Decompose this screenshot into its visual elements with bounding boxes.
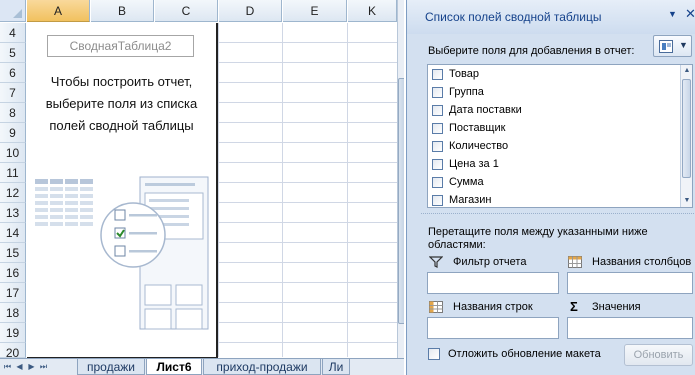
field-checkbox[interactable] xyxy=(432,141,443,152)
sheet-tab-prikhod-prodazhi[interactable]: приход-продажи xyxy=(203,359,321,375)
report-filter-label: Фильтр отчета xyxy=(453,256,527,268)
field-item[interactable]: Магазин xyxy=(430,192,680,207)
field-item[interactable]: Группа xyxy=(430,84,680,102)
prev-sheet-icon[interactable]: ◀ xyxy=(14,361,25,373)
sheet-tab-prodazhi[interactable]: продажи xyxy=(77,359,145,375)
funnel-icon xyxy=(429,256,443,268)
pane-header: Список полей сводной таблицы ▼ ✕ xyxy=(407,0,695,34)
column-header-k[interactable]: K xyxy=(348,0,397,22)
row-header[interactable]: 16 xyxy=(0,263,26,283)
row-header[interactable]: 20 xyxy=(0,343,26,360)
row-labels-label: Названия строк xyxy=(453,301,533,313)
row-header[interactable]: 19 xyxy=(0,323,26,343)
field-list: Товар Группа Дата поставки Поставщик Кол… xyxy=(427,64,693,208)
drag-fields-label: Перетащите поля между указанными ниже об… xyxy=(428,226,648,251)
last-sheet-icon[interactable]: ⏭ xyxy=(38,361,49,373)
row-header[interactable]: 12 xyxy=(0,183,26,203)
field-label: Поставщик xyxy=(449,122,506,134)
pane-splitter[interactable] xyxy=(421,213,695,216)
field-list-layout-icon xyxy=(659,40,673,53)
field-item[interactable]: Поставщик xyxy=(430,120,680,138)
field-item[interactable]: Дата поставки xyxy=(430,102,680,120)
row-header[interactable]: 8 xyxy=(0,103,26,123)
sheet-tab-truncated[interactable]: Ли xyxy=(322,359,350,375)
pivot-field-list-pane: Список полей сводной таблицы ▼ ✕ Выберит… xyxy=(406,0,695,375)
pivot-table-name: СводнаяТаблица2 xyxy=(47,35,194,57)
field-checkbox[interactable] xyxy=(432,105,443,116)
field-checkbox[interactable] xyxy=(432,195,443,206)
row-header[interactable]: 13 xyxy=(0,203,26,223)
chevron-down-icon: ▼ xyxy=(679,40,688,50)
field-checkbox[interactable] xyxy=(432,177,443,188)
row-header[interactable]: 6 xyxy=(0,63,26,83)
sheet-tab-list6[interactable]: Лист6 xyxy=(146,359,202,375)
sheet-vertical-scrollbar[interactable] xyxy=(397,0,404,358)
row-header[interactable]: 15 xyxy=(0,243,26,263)
row-header[interactable]: 10 xyxy=(0,143,26,163)
pivot-instruction: Чтобы построить отчет, выберите поля из … xyxy=(27,71,216,137)
row-header[interactable]: 14 xyxy=(0,223,26,243)
column-header-a[interactable]: A xyxy=(27,0,90,22)
scroll-up-icon[interactable]: ▲ xyxy=(681,65,692,77)
defer-update-label: Отложить обновление макета xyxy=(448,348,601,360)
scroll-down-icon[interactable]: ▼ xyxy=(681,195,692,207)
field-checkbox[interactable] xyxy=(432,159,443,170)
column-labels-label: Названия столбцов xyxy=(592,256,692,268)
report-filter-dropzone[interactable] xyxy=(427,272,559,294)
row-header[interactable]: 4 xyxy=(0,23,26,43)
field-label: Сумма xyxy=(449,176,484,188)
field-label: Магазин xyxy=(449,194,492,206)
select-all-corner[interactable] xyxy=(0,0,26,22)
field-checkbox[interactable] xyxy=(432,123,443,134)
pivot-instruction-line: выберите поля из списка xyxy=(45,96,198,111)
field-list-scroll-thumb[interactable] xyxy=(682,79,691,178)
field-label: Дата поставки xyxy=(449,104,522,116)
field-item[interactable]: Цена за 1 xyxy=(430,156,680,174)
sheet-tab-bar: ⏮ ◀ ▶ ⏭ продажи Лист6 приход-продажи Ли xyxy=(0,358,404,375)
field-label: Группа xyxy=(449,86,484,98)
field-label: Количество xyxy=(449,140,509,152)
defer-update-checkbox[interactable] xyxy=(428,348,440,360)
field-item[interactable]: Товар xyxy=(430,66,680,84)
row-header[interactable]: 18 xyxy=(0,303,26,323)
sigma-icon: Σ xyxy=(570,299,578,314)
row-header[interactable]: 7 xyxy=(0,83,26,103)
row-grid-icon xyxy=(429,301,443,313)
pivot-illustration-icon xyxy=(35,176,209,330)
sheet-scroll-thumb[interactable] xyxy=(398,78,404,324)
choose-fields-label: Выберите поля для добавления в отчет: xyxy=(428,45,635,57)
values-label: Значения xyxy=(592,301,641,313)
pane-title: Список полей сводной таблицы xyxy=(425,10,602,24)
values-dropzone[interactable] xyxy=(567,317,693,339)
field-item[interactable]: Количество xyxy=(430,138,680,156)
field-checkbox[interactable] xyxy=(432,87,443,98)
field-item[interactable]: Сумма xyxy=(430,174,680,192)
pivot-instruction-line: полей сводной таблицы xyxy=(49,118,194,133)
field-list-scrollbar[interactable]: ▲ ▼ xyxy=(680,65,692,207)
column-grid-icon xyxy=(568,256,582,268)
spreadsheet: A B C D E K 4 5 6 7 8 9 10 11 12 13 14 1… xyxy=(0,0,404,375)
column-header-d[interactable]: D xyxy=(219,0,282,22)
row-header[interactable]: 11 xyxy=(0,163,26,183)
column-header-e[interactable]: E xyxy=(283,0,347,22)
row-header[interactable]: 9 xyxy=(0,123,26,143)
layout-options-button[interactable]: ▼ xyxy=(653,35,692,57)
row-header[interactable]: 17 xyxy=(0,283,26,303)
row-header[interactable]: 5 xyxy=(0,43,26,63)
update-button[interactable]: Обновить xyxy=(624,344,693,366)
row-labels-dropzone[interactable] xyxy=(427,317,559,339)
pivot-instruction-line: Чтобы построить отчет, xyxy=(50,74,193,89)
column-header-b[interactable]: B xyxy=(91,0,154,22)
pivot-table-placeholder[interactable]: СводнаяТаблица2 Чтобы построить отчет, в… xyxy=(27,23,218,358)
first-sheet-icon[interactable]: ⏮ xyxy=(2,361,13,373)
pane-options-chevron-icon[interactable]: ▼ xyxy=(668,9,677,19)
close-icon[interactable]: ✕ xyxy=(685,6,695,22)
field-label: Цена за 1 xyxy=(449,158,499,170)
field-label: Товар xyxy=(449,68,479,80)
column-labels-dropzone[interactable] xyxy=(567,272,693,294)
next-sheet-icon[interactable]: ▶ xyxy=(26,361,37,373)
column-header-c[interactable]: C xyxy=(155,0,218,22)
field-checkbox[interactable] xyxy=(432,69,443,80)
